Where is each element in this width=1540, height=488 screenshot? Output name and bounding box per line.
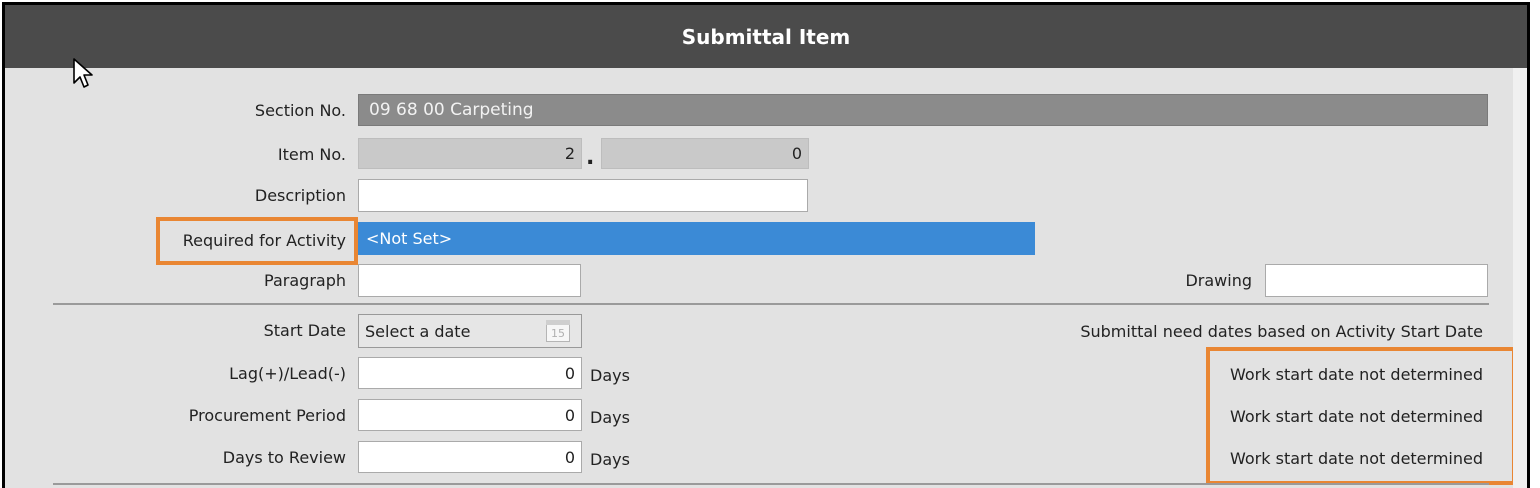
scrollbar-track[interactable] [1513, 68, 1527, 488]
days-to-review-input[interactable]: 0 [358, 441, 582, 473]
required-for-activity-label: Required for Activity [182, 231, 346, 250]
description-label: Description [254, 186, 346, 205]
days-to-review-status: Work start date not determined [1230, 449, 1483, 468]
section-no-label: Section No. [254, 101, 346, 120]
calendar-button[interactable]: 15 [538, 316, 578, 346]
item-no-label: Item No. [277, 145, 346, 164]
paragraph-input[interactable] [358, 264, 581, 297]
drawing-label: Drawing [1185, 271, 1252, 290]
required-for-activity-dropdown[interactable]: <Not Set> [358, 222, 1035, 255]
lag-lead-label: Lag(+)/Lead(-) [229, 364, 346, 383]
procurement-period-input[interactable]: 0 [358, 399, 582, 431]
calendar-icon: 15 [546, 320, 570, 342]
section-no-field[interactable]: 09 68 00 Carpeting [358, 94, 1488, 126]
window-title: Submittal Item [5, 5, 1527, 68]
mouse-cursor-icon [73, 58, 93, 88]
item-no-major-field[interactable]: 2 [358, 138, 582, 169]
drawing-input[interactable] [1265, 264, 1488, 297]
item-no-separator: . [586, 145, 595, 170]
days-to-review-label: Days to Review [222, 448, 346, 467]
lag-lead-input[interactable]: 0 [358, 357, 582, 389]
paragraph-label: Paragraph [264, 271, 346, 290]
procurement-period-unit: Days [590, 408, 630, 427]
start-date-placeholder: Select a date [365, 321, 471, 341]
procurement-period-status: Work start date not determined [1230, 407, 1483, 426]
item-no-minor-field[interactable]: 0 [601, 138, 809, 169]
procurement-period-label: Procurement Period [188, 406, 346, 425]
start-date-label: Start Date [263, 321, 346, 340]
need-dates-header: Submittal need dates based on Activity S… [1080, 322, 1483, 341]
divider [53, 303, 1489, 305]
description-input[interactable] [358, 179, 808, 212]
submittal-item-window: Submittal Item Section No. 09 68 00 Carp… [2, 2, 1530, 488]
bottom-divider [53, 483, 1489, 485]
lag-lead-unit: Days [590, 366, 630, 385]
days-to-review-unit: Days [590, 450, 630, 469]
lag-lead-status: Work start date not determined [1230, 365, 1483, 384]
